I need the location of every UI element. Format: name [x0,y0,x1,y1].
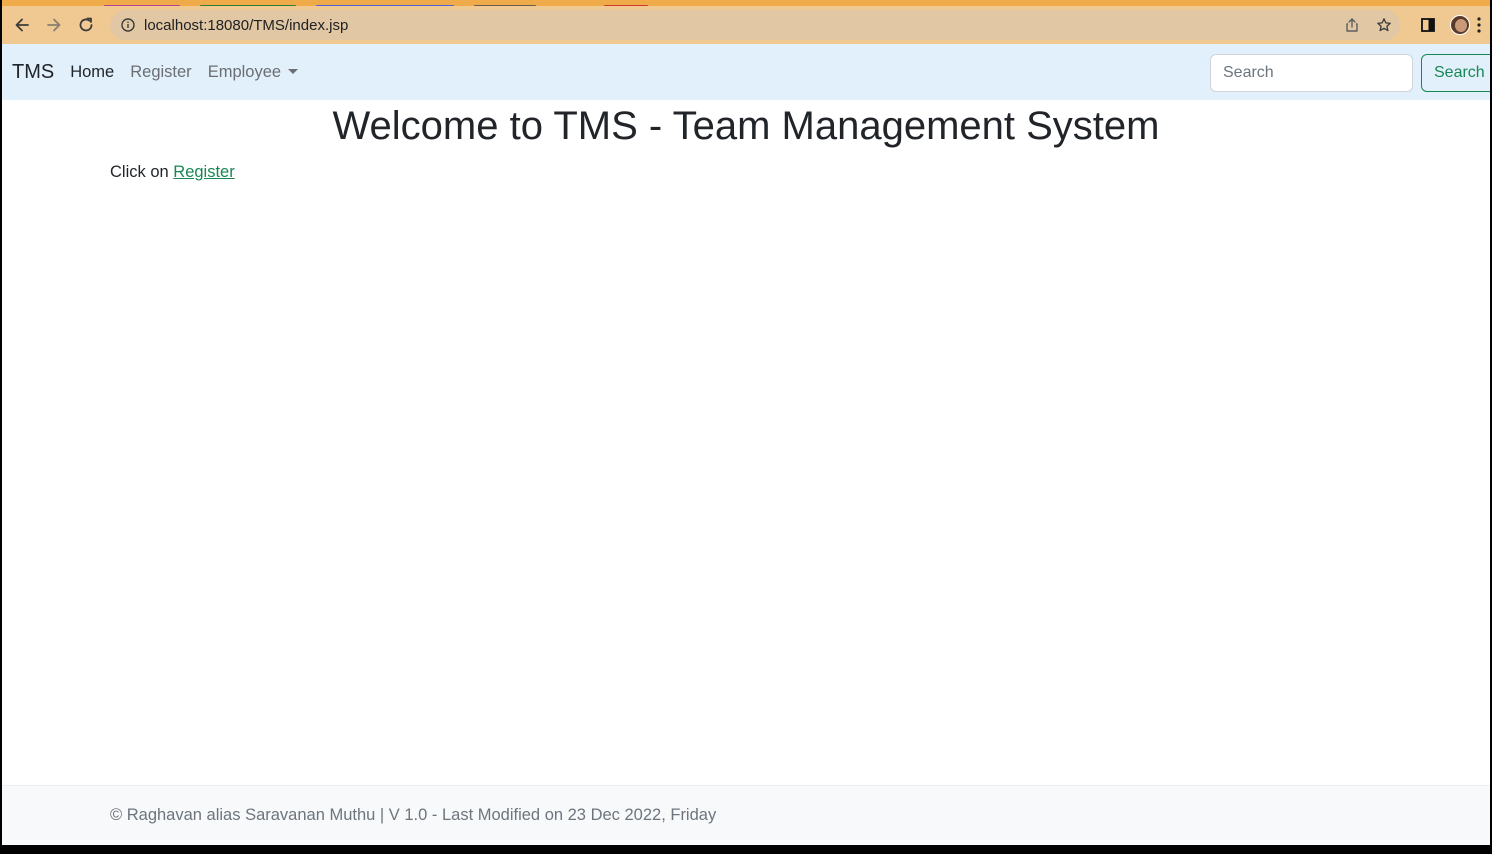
nav-register[interactable]: Register [130,63,191,82]
menu-kebab-icon[interactable] [1476,6,1490,44]
search-input[interactable] [1210,54,1413,92]
register-link[interactable]: Register [173,163,234,181]
intro-text: Click on Register [110,163,235,182]
bookmark-star-icon[interactable] [1368,10,1400,40]
nav-links: Home Register Employee [70,63,314,82]
footer-text: © Raghavan alias Saravanan Muthu | V 1.0… [110,806,717,824]
reload-icon[interactable] [70,9,102,41]
intro-prefix: Click on [110,163,169,181]
brand-logo[interactable]: TMS [12,61,54,84]
side-panel-icon[interactable] [1412,6,1444,44]
browser-window: localhost:18080/TMS/index.jsp TMS Home R… [2,0,1490,845]
nav-employee-label: Employee [207,62,282,81]
chevron-down-icon [288,68,299,74]
forward-icon[interactable] [38,9,70,41]
url-text[interactable]: localhost:18080/TMS/index.jsp [144,17,348,34]
nav-employee-dropdown[interactable]: Employee [207,62,299,82]
back-icon[interactable] [6,9,38,41]
browser-toolbar: localhost:18080/TMS/index.jsp [2,6,1490,44]
page-title: Welcome to TMS - Team Management System [332,104,1160,148]
address-bar[interactable]: localhost:18080/TMS/index.jsp [110,10,1400,40]
search-form: Search [1210,54,1490,92]
app-navbar: TMS Home Register Employee Search [2,44,1490,100]
profile-avatar[interactable] [1444,6,1476,44]
search-button[interactable]: Search [1421,54,1490,92]
share-icon[interactable] [1336,10,1368,40]
nav-home[interactable]: Home [70,63,114,82]
info-icon[interactable] [121,18,135,32]
page-footer: © Raghavan alias Saravanan Muthu | V 1.0… [2,785,1490,845]
